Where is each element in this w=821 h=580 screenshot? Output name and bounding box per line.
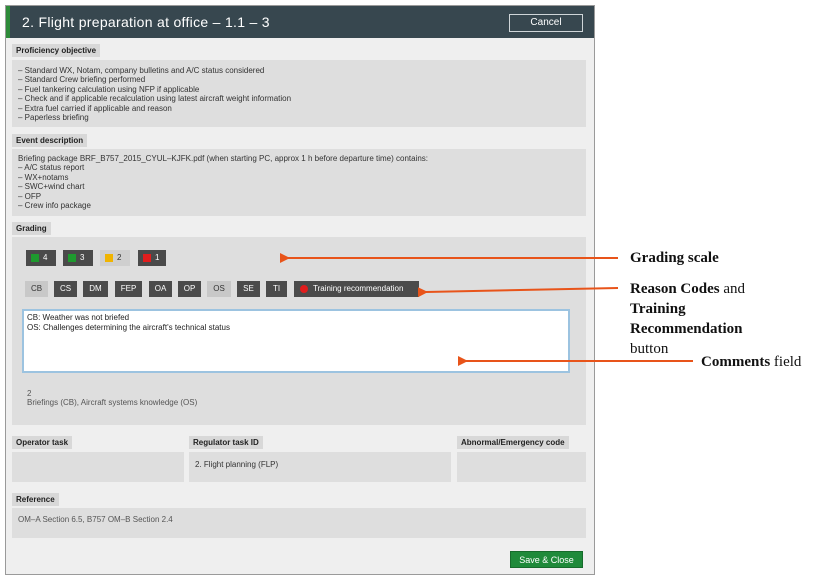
annotation-comments: Comments field <box>701 354 802 370</box>
annotation-grading-scale: Grading scale <box>630 250 719 266</box>
annotation-reason-codes: Reason Codes and Training Recommendation… <box>630 281 746 357</box>
arrow-reason-codes <box>417 287 619 298</box>
